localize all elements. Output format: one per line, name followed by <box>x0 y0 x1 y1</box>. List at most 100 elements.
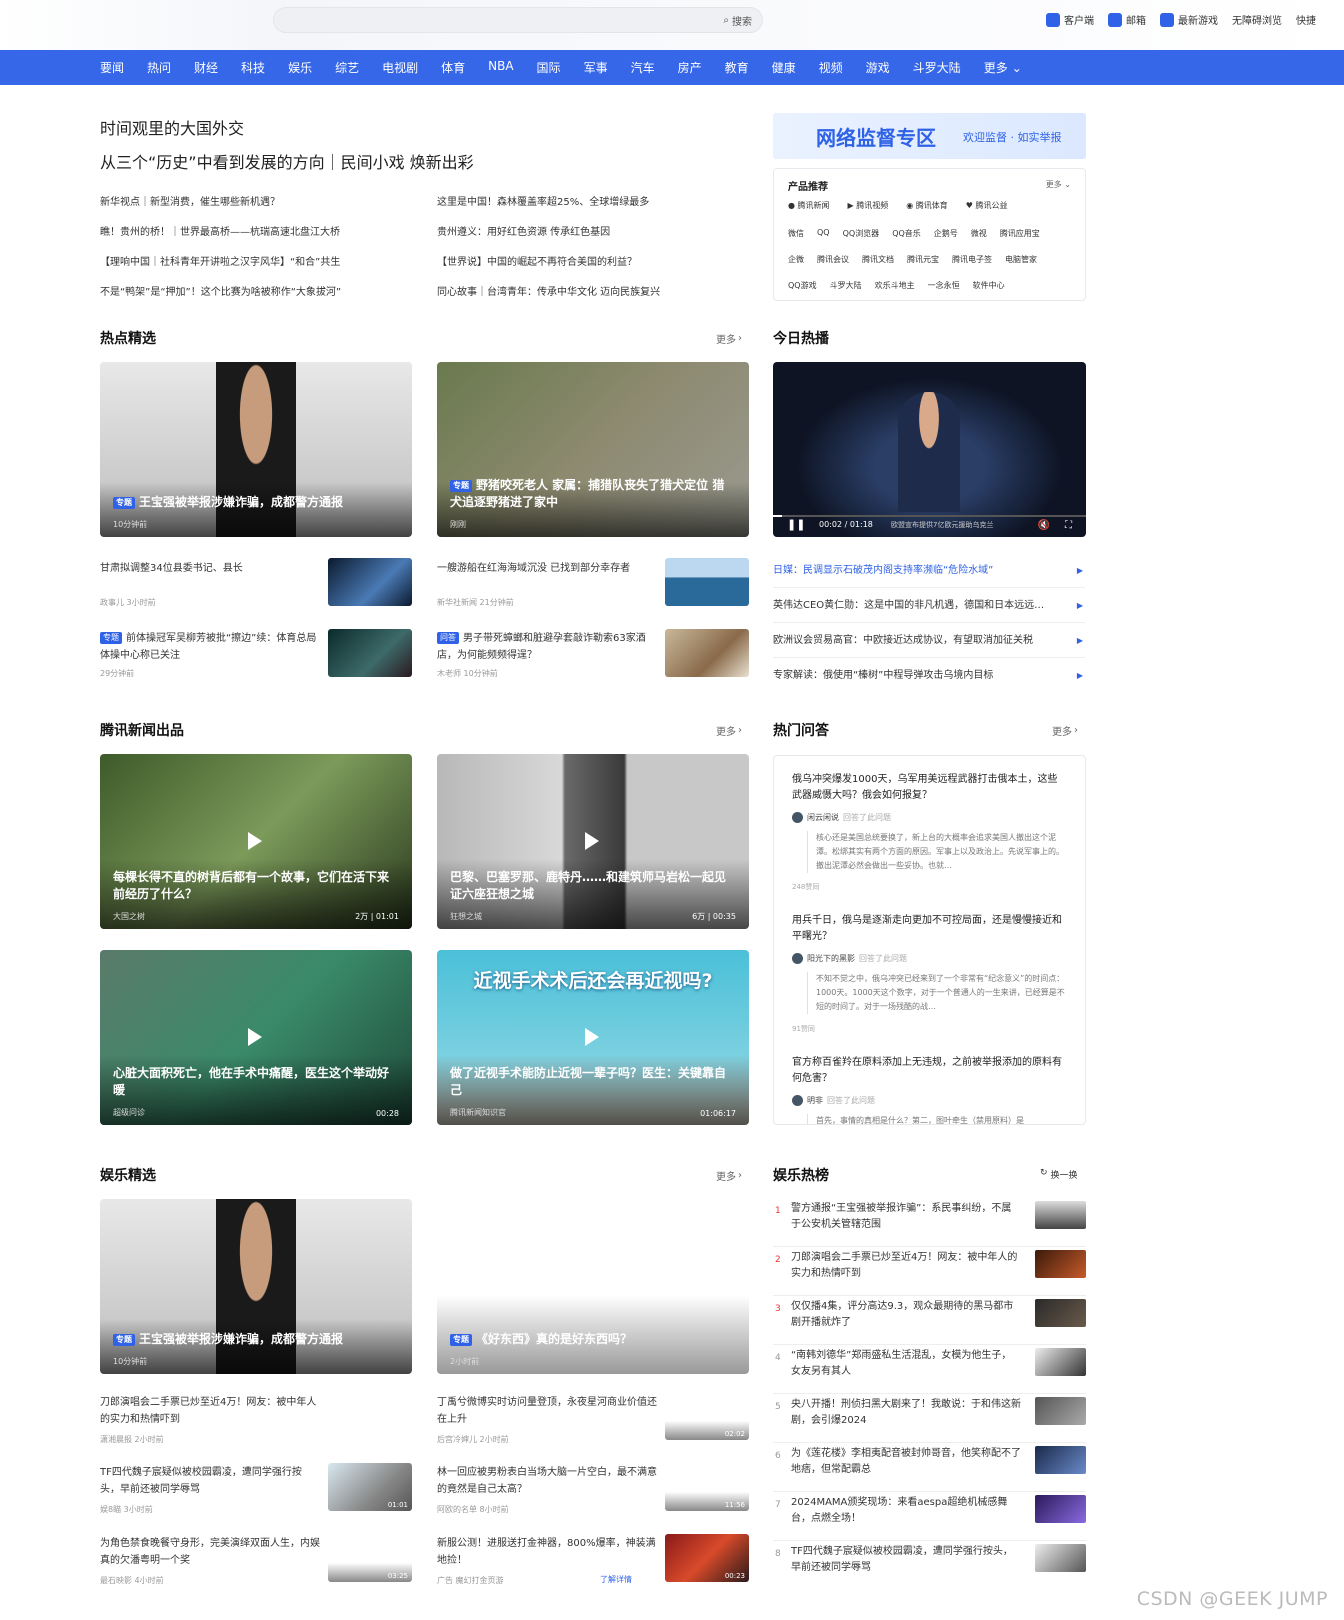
qa-question[interactable]: 用兵千日，俄乌是逐渐走向更加不可控局面，还是慢慢接近和平曙光？ <box>792 913 1067 945</box>
hot-card-2[interactable]: 专题 野猪咬死老人 家属：捕猎队丧失了猎犬定位 猎犬追逐野猪进了家中 刚刚 <box>437 362 749 537</box>
ad-thumbnail[interactable]: 00:23 <box>665 1534 749 1582</box>
hot-item[interactable]: 一艘游船在红海海域沉没 已找到部分幸存者 <box>437 560 642 577</box>
news-link[interactable]: 这里是中国！森林覆盖率超25%、全球增绿最多 <box>437 193 649 208</box>
today-item[interactable]: 欧洲议会贸易高官：中欧接近达成协议，有望取消加征关税 ▶ <box>773 623 1085 658</box>
rank-item[interactable]: 6 为《莲花楼》李相夷配音被封帅哥音，他笑称配不了地痞，但常配霸总 <box>773 1443 1086 1492</box>
ent-item[interactable]: TF四代魏子宸疑似被校园霸凌，遭同学强行按头，早前还被同学辱骂 <box>100 1464 320 1498</box>
mail-link[interactable]: 邮箱 <box>1108 12 1146 27</box>
nav-item[interactable]: 斗罗大陆 <box>913 59 961 76</box>
product-link[interactable]: 企鹅号 <box>934 228 958 239</box>
rank-item[interactable]: 3 仅仅播4集，评分高达9.3，观众最期待的黑马都市剧开播就炸了 <box>773 1296 1086 1345</box>
search-button[interactable]: ⌕ 搜索 <box>723 13 752 28</box>
news-link[interactable]: 【理响中国｜社科青年开讲啦之汉字风华】“和合”共生 <box>100 253 340 268</box>
product-link[interactable]: 微信 <box>788 228 804 239</box>
product-link[interactable]: ● 腾讯新闻 <box>788 200 830 211</box>
headline-2[interactable]: 从三个“历史”中看到发展的方向｜民间小戏 焕新出彩 <box>100 149 474 173</box>
hot-item[interactable]: 专题 前体操冠军吴柳芳被批“擦边”续：体育总局体操中心称已关注 <box>100 630 322 664</box>
product-link[interactable]: 腾讯应用宝 <box>1000 228 1040 239</box>
news-link[interactable]: 同心故事｜台湾青年：传承中华文化 迈向民族复兴 <box>437 283 660 298</box>
qa-answer[interactable]: 核心还是美国总统要换了，新上台的大概率会追求美国人撤出这个泥潭。松绑其实有两个方… <box>807 831 1069 873</box>
rank-item[interactable]: 4 “南韩刘德华”郑雨盛私生活混乱，女模为他生子，女友另有其人 <box>773 1345 1086 1394</box>
hot-item[interactable]: 甘肃拟调整34位县委书记、县长 <box>100 560 305 577</box>
product-link[interactable]: QQ音乐 <box>892 228 921 239</box>
mute-icon[interactable]: 🔇 <box>1038 520 1050 531</box>
nav-item[interactable]: 财经 <box>194 59 218 76</box>
video-thumbnail[interactable]: 03:25 <box>328 1534 412 1582</box>
hot-card-1[interactable]: 专题 王宝强被举报涉嫌诈骗，成都警方通报 10分钟前 <box>100 362 412 537</box>
rank-item[interactable]: 7 2024MAMA颁奖现场：来看aespa超绝机械感舞台，点燃全场！ <box>773 1492 1086 1541</box>
product-link[interactable]: 腾讯电子签 <box>952 254 992 265</box>
product-link[interactable]: 一念永恒 <box>928 280 960 291</box>
today-item[interactable]: 英伟达CEO黄仁勋：这是中国的非凡机遇，德国和日本远远… ▶ <box>773 588 1085 623</box>
news-thumbnail[interactable] <box>328 629 412 677</box>
rank-item[interactable]: 8 TF四代魏子宸疑似被校园霸凌，遭同学强行按头，早前还被同学辱骂 <box>773 1541 1086 1590</box>
news-thumbnail[interactable] <box>665 558 749 606</box>
supervision-banner[interactable]: 网络监督专区 欢迎监督 · 如实举报 <box>773 113 1086 159</box>
nav-item[interactable]: 健康 <box>772 59 796 76</box>
tx-video-card[interactable]: 近视手术术后还会再近视吗? 做了近视手术能防止近视一辈子吗？医生：关键靠自己 腾… <box>437 950 749 1125</box>
headline-1[interactable]: 时间观里的大国外交 <box>100 115 244 139</box>
today-item[interactable]: 专家解读：俄使用“榛树”中程导弹攻击乌境内目标 ▶ <box>773 658 1085 693</box>
ad-detail-link[interactable]: 了解详情 <box>600 1574 632 1585</box>
product-link[interactable]: ◉ 腾讯体育 <box>906 200 948 211</box>
nav-more[interactable]: 更多 ⌄ <box>984 59 1022 76</box>
news-thumbnail[interactable] <box>665 629 749 677</box>
qa-more[interactable]: 更多 › <box>1052 723 1078 738</box>
video-thumbnail[interactable]: 02:02 <box>665 1392 749 1440</box>
video-thumbnail[interactable]: 11:56 <box>665 1463 749 1511</box>
product-link[interactable]: QQ游戏 <box>788 280 817 291</box>
product-link[interactable]: 斗罗大陆 <box>830 280 862 291</box>
ent-card-2[interactable]: 专题 《好东西》真的是好东西吗？ 2小时前 <box>437 1199 749 1374</box>
nav-item[interactable]: NBA <box>488 59 513 76</box>
qa-question[interactable]: 官方称百雀羚在原料添加上无违规，之前被举报添加的原料有何危害？ <box>792 1055 1067 1087</box>
tx-more[interactable]: 更多 › <box>716 723 742 738</box>
nav-item[interactable]: 体育 <box>441 59 465 76</box>
video-thumbnail[interactable]: 01:01 <box>328 1463 412 1511</box>
product-link[interactable]: 腾讯文档 <box>862 254 894 265</box>
news-link[interactable]: 不是“鸭架”是“押加”！这个比赛为啥被称作“大象拔河” <box>100 283 341 298</box>
ent-more[interactable]: 更多 › <box>716 1168 742 1183</box>
rank-item[interactable]: 5 央八开播！刑侦扫黑大剧来了！我敢说：于和伟这新剧，会引爆2024 <box>773 1394 1086 1443</box>
nav-item[interactable]: 科技 <box>241 59 265 76</box>
tx-video-card[interactable]: 每棵长得不直的树背后都有一个故事，它们在活下来前经历了什么？ 大国之树 2万 |… <box>100 754 412 929</box>
hot-item[interactable]: 问答 男子带死蟑螂和脏避孕套敲诈勒索63家酒店，为何能频频得逞？ <box>437 630 659 664</box>
product-link[interactable]: QQ浏览器 <box>843 228 880 239</box>
nav-item[interactable]: 游戏 <box>866 59 890 76</box>
nav-item[interactable]: 视频 <box>819 59 843 76</box>
nav-item[interactable]: 教育 <box>725 59 749 76</box>
accessibility-link[interactable]: 无障碍浏览 <box>1232 12 1282 27</box>
product-link[interactable]: 企微 <box>788 254 804 265</box>
refresh-button[interactable]: ↻ 换一换 <box>1040 1168 1078 1181</box>
tx-video-card[interactable]: 心脏大面积死亡，他在手术中痛醒，医生这个举动好暖 超级问诊 00:28 <box>100 950 412 1125</box>
nav-item[interactable]: 房产 <box>678 59 702 76</box>
nav-item[interactable]: 要闻 <box>100 59 124 76</box>
product-link[interactable]: ♥ 腾讯公益 <box>966 200 1008 211</box>
nav-item[interactable]: 汽车 <box>631 59 655 76</box>
ent-item[interactable]: 丁禹兮微博实时访问量登顶，永夜星河商业价值还在上升 <box>437 1394 657 1428</box>
qa-question[interactable]: 俄乌冲突爆发1000天，乌军用美远程武器打击俄本土，这些武器威慑大吗？俄会如何报… <box>792 772 1067 804</box>
shortcut-link[interactable]: 快捷 <box>1296 12 1316 27</box>
news-link[interactable]: 贵州遵义：用好红色资源 传承红色基因 <box>437 223 610 238</box>
rank-item[interactable]: 1 警方通报“王宝强被举报诈骗”：系民事纠纷，不属于公安机关管辖范围 <box>773 1198 1086 1247</box>
product-link[interactable]: 电脑管家 <box>1005 254 1037 265</box>
ad-item[interactable]: 新服公测！进服送打金神器，800%爆率，神装满地捡！ <box>437 1535 657 1569</box>
game-link[interactable]: 最新游戏 <box>1160 12 1218 27</box>
tx-video-card[interactable]: 巴黎、巴塞罗那、鹿特丹……和建筑师马岩松一起见证六座狂想之城 狂想之城 6万 |… <box>437 754 749 929</box>
news-link[interactable]: 【世界说】中国的崛起不再符合美国的利益？ <box>437 253 637 268</box>
nav-item[interactable]: 电视剧 <box>382 59 418 76</box>
pause-icon[interactable]: ❚❚ <box>787 518 805 531</box>
progress-bar[interactable] <box>773 515 1086 517</box>
news-link[interactable]: 新华视点｜新型消费，催生哪些新机遇？ <box>100 193 280 208</box>
nav-item[interactable]: 娱乐 <box>288 59 312 76</box>
ent-item[interactable]: 刀郎演唱会二手票已炒至近4万！网友：被中年人的实力和热情吓到 <box>100 1394 320 1428</box>
qa-answer[interactable]: 首先，事情的真相是什么？第二，图叶牵生（禁用原料）是 <box>807 1114 1069 1124</box>
ent-item[interactable]: 林一回应被男粉表白当场大脑一片空白，最不满意的竟然是自己太高？ <box>437 1464 657 1498</box>
product-link[interactable]: 微视 <box>971 228 987 239</box>
product-link[interactable]: 腾讯会议 <box>817 254 849 265</box>
product-link[interactable]: 软件中心 <box>973 280 1005 291</box>
client-link[interactable]: 客户端 <box>1046 12 1094 27</box>
news-link[interactable]: 瞧！贵州的桥！｜世界最高桥——杭瑞高速北盘江大桥 <box>100 223 340 238</box>
product-link[interactable]: QQ <box>817 228 830 239</box>
product-link[interactable]: 腾讯元宝 <box>907 254 939 265</box>
news-thumbnail[interactable] <box>328 558 412 606</box>
